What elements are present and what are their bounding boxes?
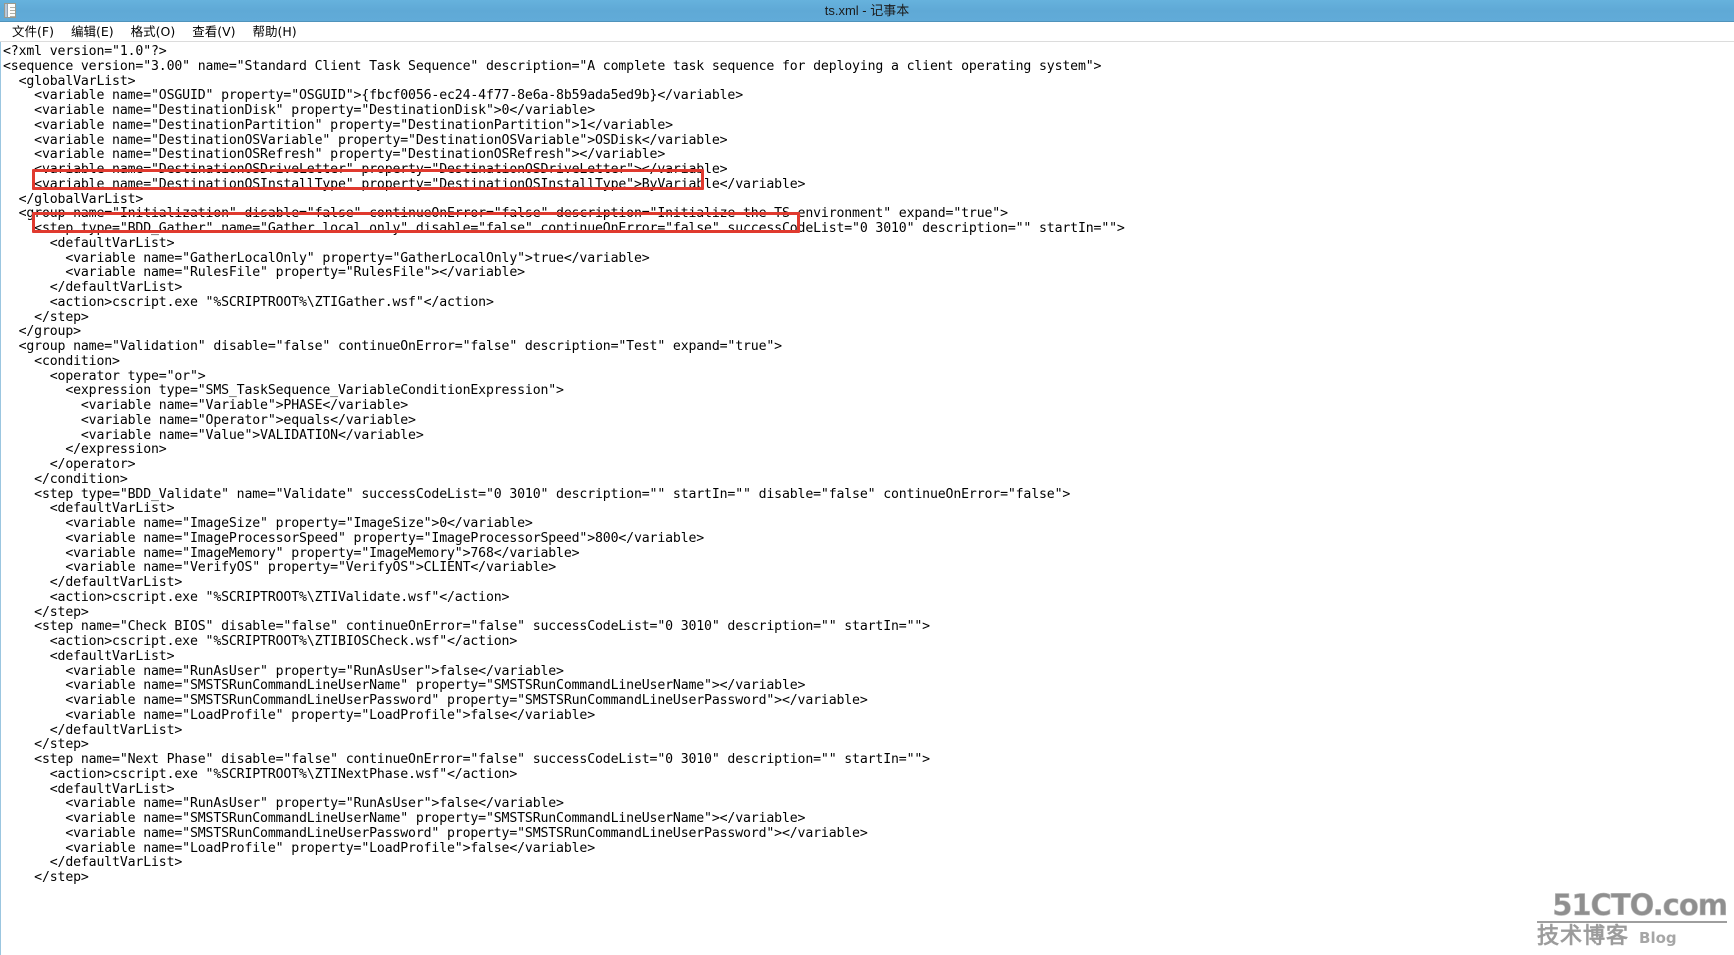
code-line: <action>cscript.exe "%SCRIPTROOT%\ZTIBIO… — [3, 634, 518, 649]
watermark: 51CTO.com 技术博客 Blog — [1537, 888, 1728, 949]
title-bar[interactable]: ts.xml - 记事本 — [0, 0, 1734, 22]
code-line: <action>cscript.exe "%SCRIPTROOT%\ZTINex… — [3, 766, 518, 782]
code-line: <variable name="Operator">equals</variab… — [3, 412, 416, 428]
notepad-icon — [3, 2, 19, 19]
code-line: <variable name="DestinationOSDriveLetter… — [3, 162, 728, 177]
code-line: </condition> — [3, 471, 128, 487]
code-line: <variable name="SMSTSRunCommandLineUserN… — [3, 678, 806, 694]
watermark-subtitle-en: Blog — [1639, 929, 1677, 947]
code-line: <variable name="SMSTSRunCommandLineUserP… — [3, 693, 868, 708]
code-line: <variable name="DestinationOSRefresh" pr… — [3, 147, 666, 163]
code-line: <step type="BDD_Gather" name="Gather loc… — [3, 221, 1125, 236]
code-line: </step> — [3, 870, 89, 885]
text-editor-area[interactable]: <?xml version="1.0"?> <sequence version="… — [0, 42, 1734, 955]
code-line: <variable name="SMSTSRunCommandLineUserP… — [3, 825, 868, 841]
code-line: <variable name="LoadProfile" property="L… — [3, 707, 596, 723]
menu-help[interactable]: 帮助(H) — [245, 22, 306, 41]
code-line: </globalVarList> — [3, 191, 144, 207]
code-line: <variable name="ImageSize" property="Ima… — [3, 516, 533, 531]
code-line: <variable name="OSGUID" property="OSGUID… — [3, 88, 744, 104]
code-line: <variable name="Variable">PHASE</variabl… — [3, 398, 409, 413]
code-line: <defaultVarList> — [3, 781, 175, 797]
code-line: <variable name="Value">VALIDATION</varia… — [3, 427, 424, 443]
code-line: <variable name="VerifyOS" property="Veri… — [3, 560, 557, 576]
code-line: <variable name="DestinationDisk" propert… — [3, 103, 596, 118]
code-line: <operator type="or"> — [3, 368, 206, 384]
code-line: <group name="Initialization" disable="fa… — [3, 206, 1008, 222]
code-line: </group> — [3, 324, 81, 340]
code-line: <?xml version="1.0"?> — [3, 44, 167, 59]
code-line: <variable name="SMSTSRunCommandLineUserN… — [3, 811, 806, 826]
code-line: <condition> — [3, 353, 120, 369]
code-line: <variable name="DestinationOSInstallType… — [3, 176, 806, 192]
code-line: <action>cscript.exe "%SCRIPTROOT%\ZTIVal… — [3, 589, 510, 605]
code-line: </defaultVarList> — [3, 855, 183, 871]
code-line: </expression> — [3, 442, 167, 458]
code-line: <defaultVarList> — [3, 648, 175, 664]
code-line: <variable name="ImageProcessorSpeed" pro… — [3, 530, 705, 546]
notepad-window: ts.xml - 记事本 文件(F) 编辑(E) 格式(O) 查看(V) 帮助(… — [0, 0, 1734, 955]
menu-bar: 文件(F) 编辑(E) 格式(O) 查看(V) 帮助(H) — [0, 22, 1734, 42]
xml-document-text[interactable]: <?xml version="1.0"?> <sequence version="… — [1, 42, 1733, 886]
code-line: <variable name="RulesFile" property="Rul… — [3, 265, 525, 281]
code-line: </defaultVarList> — [3, 280, 183, 295]
code-line: <variable name="DestinationOSVariable" p… — [3, 132, 728, 148]
code-line: <variable name="GatherLocalOnly" propert… — [3, 250, 650, 266]
code-line: <group name="Validation" disable="false"… — [3, 339, 783, 354]
watermark-subtitle-cn: 技术博客 — [1537, 924, 1630, 949]
code-line: <defaultVarList> — [3, 235, 175, 251]
menu-edit[interactable]: 编辑(E) — [63, 22, 123, 41]
window-title: ts.xml - 记事本 — [824, 3, 910, 18]
code-line: <variable name="DestinationPartition" pr… — [3, 117, 673, 133]
code-line: <defaultVarList> — [3, 501, 175, 517]
code-line: <step name="Next Phase" disable="false" … — [3, 752, 930, 767]
menu-format[interactable]: 格式(O) — [123, 22, 185, 41]
code-line: <sequence version="3.00" name="Standard … — [3, 58, 1102, 74]
code-line: <variable name="ImageMemory" property="I… — [3, 545, 580, 561]
code-line: </defaultVarList> — [3, 575, 183, 590]
code-line: <action>cscript.exe "%SCRIPTROOT%\ZTIGat… — [3, 294, 494, 310]
code-line: <variable name="RunAsUser" property="Run… — [3, 663, 564, 679]
code-line: </operator> — [3, 457, 136, 472]
code-line: </step> — [3, 604, 89, 620]
code-line: <variable name="LoadProfile" property="L… — [3, 840, 596, 856]
code-line: <globalVarList> — [3, 73, 136, 89]
code-line: <step name="Check BIOS" disable="false" … — [3, 619, 930, 635]
code-line: </step> — [3, 309, 89, 325]
code-line: </step> — [3, 737, 89, 753]
menu-file[interactable]: 文件(F) — [4, 22, 63, 41]
menu-view[interactable]: 查看(V) — [184, 22, 244, 41]
watermark-site: 51CTO.com — [1552, 888, 1728, 922]
code-line: <step type="BDD_Validate" name="Validate… — [3, 486, 1071, 502]
code-line: <expression type="SMS_TaskSequence_Varia… — [3, 383, 564, 399]
watermark-divider — [1537, 921, 1727, 923]
code-line: <variable name="RunAsUser" property="Run… — [3, 796, 564, 812]
code-line: </defaultVarList> — [3, 722, 183, 738]
